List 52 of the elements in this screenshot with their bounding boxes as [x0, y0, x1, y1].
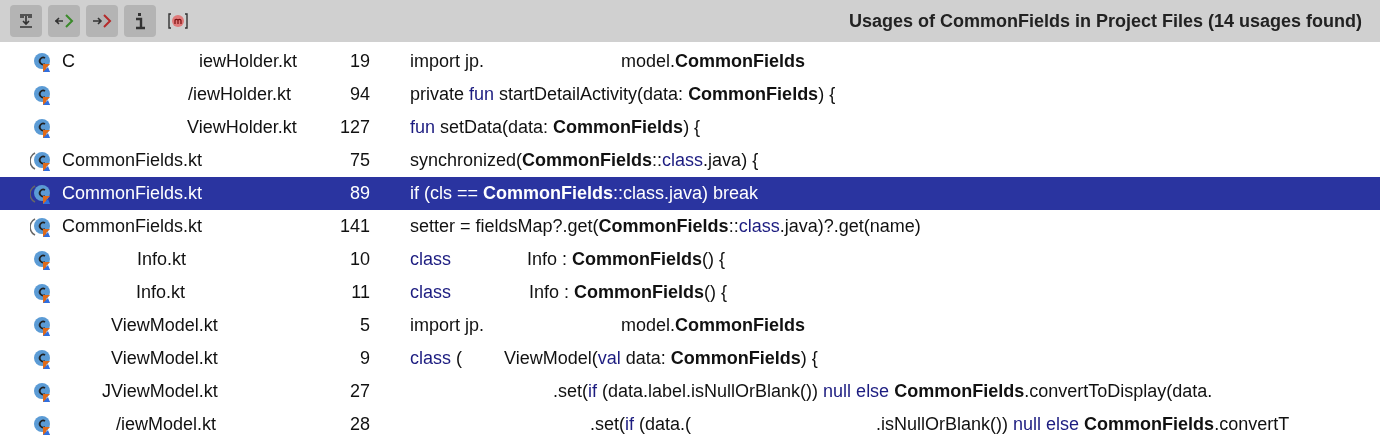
toolbar-button[interactable]	[124, 5, 156, 37]
code-text: private fun startDetailActivity(data: CommonFields) {	[410, 83, 836, 106]
line-number: 9	[359, 347, 370, 370]
code-text: .isNullOrBlank()) null else CommonFields.convertT	[876, 413, 1290, 436]
code-text: class	[410, 248, 451, 271]
line-number: 127	[338, 116, 370, 139]
line-number: 141	[338, 215, 370, 238]
expand-all-icon	[18, 13, 34, 29]
line-number: 28	[348, 413, 370, 436]
file-name-fragment: C	[62, 50, 75, 73]
file-name: ViewModel.kt	[111, 347, 218, 370]
code-text: .set(if (data.label.isNullOrBlank()) null else CommonFields.convertToDisplay(data.	[553, 380, 1213, 403]
toolbar-button[interactable]	[48, 5, 80, 37]
file-name: Info.kt	[136, 281, 186, 304]
code-text: if (cls == CommonFields::class.java) break	[410, 182, 759, 205]
line-number: 11	[350, 281, 370, 304]
method-icon	[167, 12, 189, 30]
toolbar-button[interactable]	[86, 5, 118, 37]
line-number: 89	[348, 182, 370, 205]
line-number: 75	[348, 149, 370, 172]
line-number: 94	[348, 83, 370, 106]
code-text: Info : CommonFields() {	[527, 248, 726, 271]
toolbar-button[interactable]	[10, 5, 42, 37]
usage-row[interactable]: CommonFields.kt 89 if (cls == CommonFields::class.java) break	[0, 177, 1380, 210]
code-text: import jp.	[410, 314, 485, 337]
code-text: import jp.	[410, 50, 485, 73]
file-name: iewHolder.kt	[199, 50, 298, 73]
file-name: JViewModel.kt	[102, 380, 218, 403]
line-number: 5	[359, 314, 370, 337]
file-name: /iewModel.kt	[116, 413, 217, 436]
file-name: CommonFields.kt	[62, 215, 203, 238]
code-text: setter = fieldsMap?.get(CommonFields::class.java)?.get(name)	[410, 215, 921, 238]
code-text: synchronized(CommonFields::class.java) {	[410, 149, 759, 172]
file-name: /iewHolder.kt	[188, 83, 292, 106]
file-name: CommonFields.kt	[62, 149, 203, 172]
code-text: Info : CommonFields() {	[529, 281, 728, 304]
code-text: class	[410, 281, 451, 304]
file-name: CommonFields.kt	[62, 182, 203, 205]
line-number: 19	[348, 50, 370, 73]
file-name: ViewModel.kt	[111, 314, 218, 337]
info-icon	[133, 12, 147, 30]
code-text: .set(if (data.(	[590, 413, 692, 436]
code-text: ViewModel(val data: CommonFields) {	[504, 347, 818, 370]
line-number: 10	[348, 248, 370, 271]
line-number: 27	[348, 380, 370, 403]
code-text: model.CommonFields	[621, 50, 806, 73]
code-text: fun setData(data: CommonFields) {	[410, 116, 701, 139]
code-text: model.CommonFields	[621, 314, 806, 337]
usages-title: Usages of CommonFields in Project Files (14 usages found)	[848, 9, 1362, 33]
file-name: ViewHolder.kt	[187, 116, 297, 139]
file-name: Info.kt	[137, 248, 187, 271]
code-text: class (	[410, 347, 462, 370]
